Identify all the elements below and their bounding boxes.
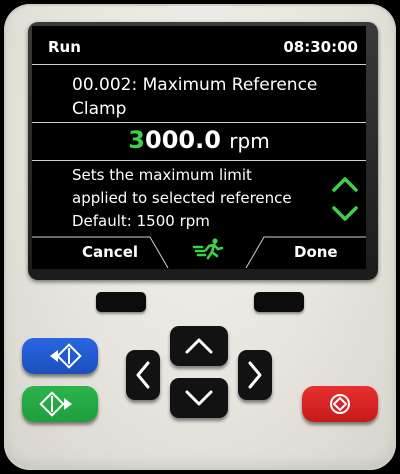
forward-start-icon bbox=[39, 391, 72, 417]
value-cursor-digit: 3 bbox=[128, 126, 145, 154]
running-man-icon bbox=[192, 238, 224, 260]
title-divider bbox=[32, 122, 366, 123]
display-screen: Run 08:30:00 00.002: Maximum Reference C… bbox=[32, 26, 366, 269]
keypad: Run 08:30:00 00.002: Maximum Reference C… bbox=[4, 4, 396, 470]
description-line3: Default: 1500 rpm bbox=[72, 212, 210, 230]
forward-start-button[interactable] bbox=[22, 386, 98, 422]
left-softkey-button[interactable] bbox=[96, 292, 146, 312]
parameter-title-line2: Clamp bbox=[72, 99, 127, 119]
right-softkey-button[interactable] bbox=[254, 292, 304, 312]
parameter-value[interactable]: 3000.0 rpm bbox=[32, 126, 366, 154]
clock: 08:30:00 bbox=[283, 38, 358, 56]
chevron-up-icon[interactable] bbox=[330, 174, 360, 194]
stop-reset-button[interactable] bbox=[302, 386, 378, 422]
value-digits: 000.0 bbox=[145, 126, 221, 154]
nav-up-button[interactable] bbox=[170, 326, 228, 366]
nav-down-button[interactable] bbox=[170, 378, 228, 418]
chevron-down-icon[interactable] bbox=[330, 204, 360, 224]
nav-left-button[interactable] bbox=[126, 350, 160, 400]
description-line1: Sets the maximum limit bbox=[72, 166, 252, 184]
cancel-softkey[interactable]: Cancel bbox=[82, 243, 138, 261]
done-softkey[interactable]: Done bbox=[294, 243, 338, 261]
value-unit: rpm bbox=[229, 129, 270, 153]
value-divider bbox=[32, 160, 366, 161]
reverse-start-icon bbox=[50, 343, 82, 369]
reverse-start-button[interactable] bbox=[22, 338, 98, 374]
nav-right-button[interactable] bbox=[238, 350, 272, 400]
description-line2: applied to selected reference bbox=[72, 189, 292, 207]
drive-mode: Run bbox=[48, 38, 81, 56]
header-divider bbox=[32, 64, 366, 65]
stop-icon bbox=[330, 394, 350, 414]
parameter-title-line1: 00.002: Maximum Reference bbox=[72, 75, 318, 95]
